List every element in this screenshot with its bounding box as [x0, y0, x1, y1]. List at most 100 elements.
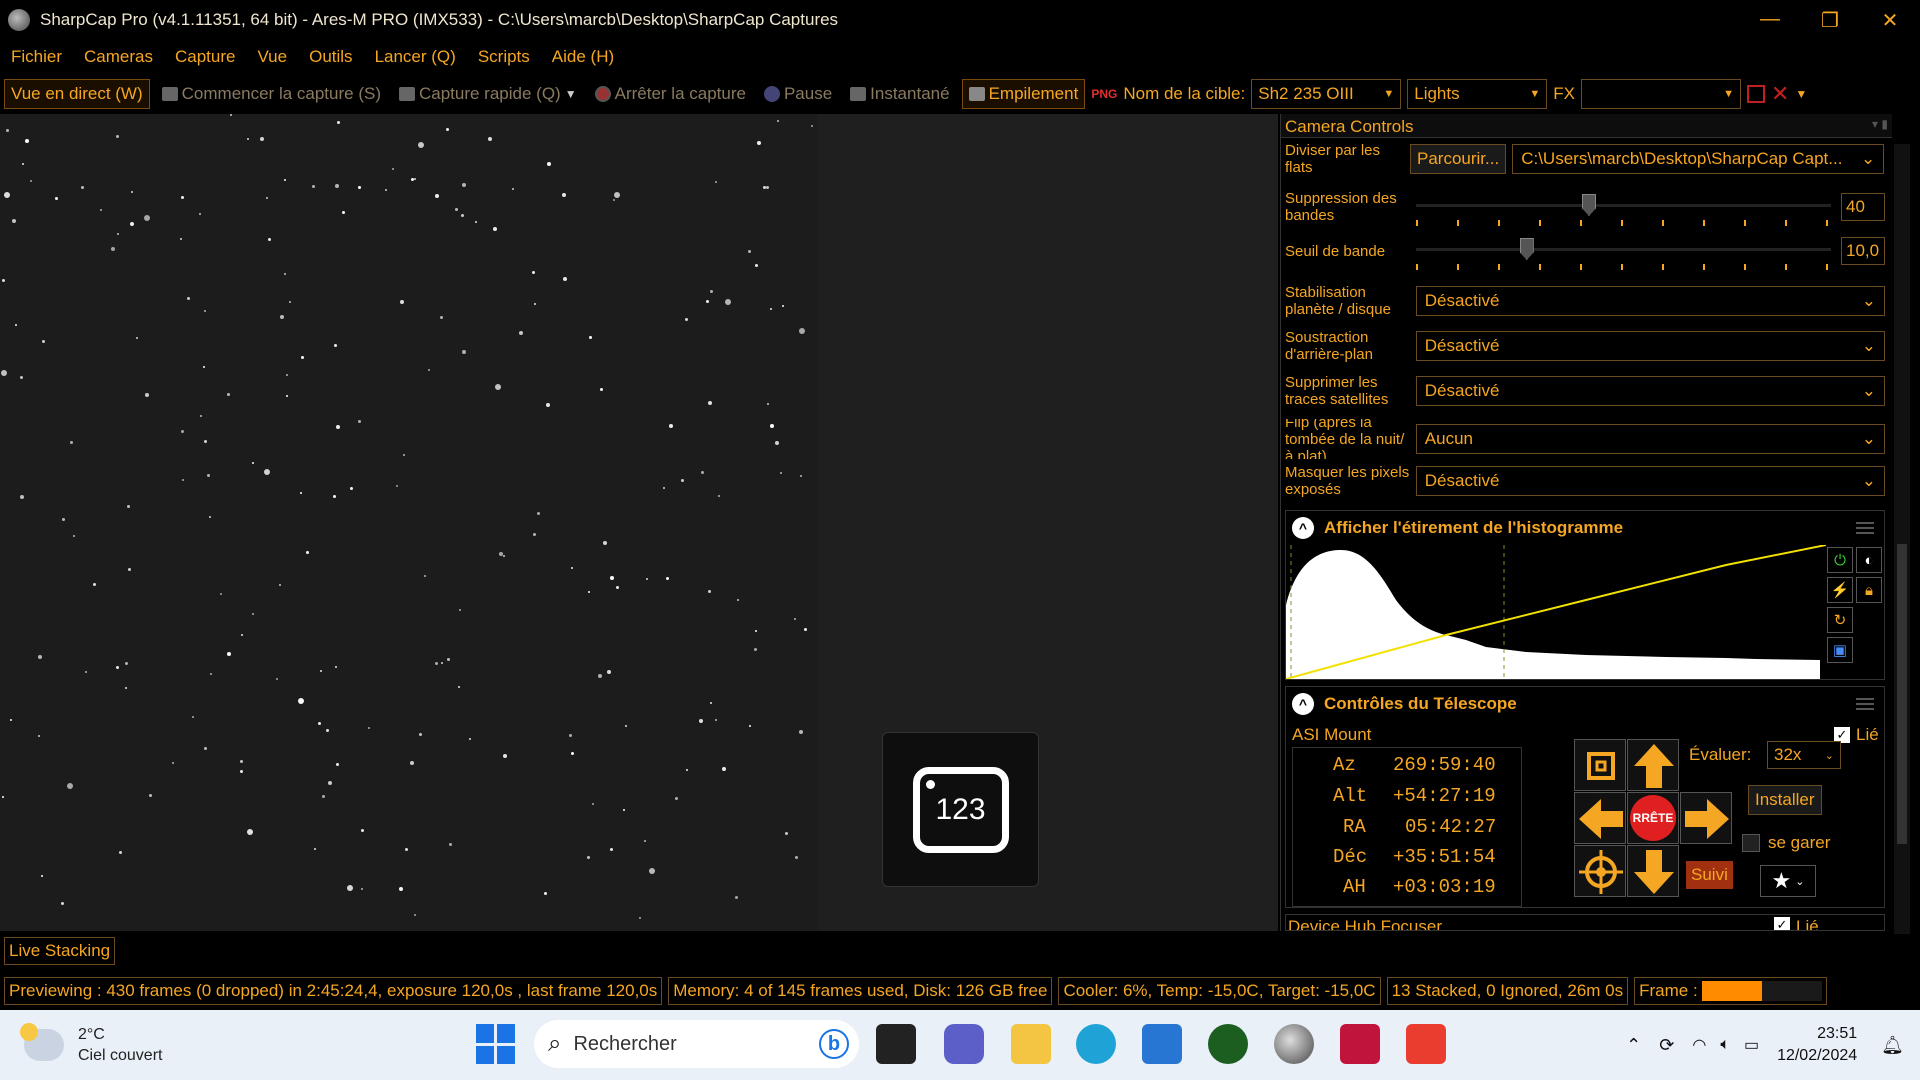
- menu-scripts[interactable]: Scripts: [467, 47, 541, 67]
- sync-icon[interactable]: ⟳: [1659, 1035, 1674, 1056]
- start-capture-button[interactable]: Commencer la capture (S): [156, 80, 387, 108]
- star: [239, 770, 243, 774]
- collapse-icon[interactable]: ^: [1292, 517, 1314, 539]
- menu-cameras[interactable]: Cameras: [73, 47, 164, 67]
- browse-button[interactable]: Parcourir...: [1410, 144, 1507, 174]
- stop-button[interactable]: RRÊTE: [1627, 792, 1679, 844]
- phd-guiding-icon[interactable]: [1208, 1024, 1248, 1064]
- restore-button[interactable]: ❐: [1800, 8, 1860, 33]
- menu-outils[interactable]: Outils: [298, 47, 363, 67]
- focuser-linked-checkbox[interactable]: ✓ Lié: [1774, 917, 1819, 930]
- save-icon[interactable]: ▣: [1827, 637, 1853, 663]
- sharpcap-taskbar-icon[interactable]: [1274, 1024, 1314, 1064]
- edge-icon[interactable]: [1076, 1024, 1116, 1064]
- slider-thumb[interactable]: [1519, 238, 1534, 260]
- fx-select[interactable]: ▼: [1580, 79, 1741, 109]
- menu-aide[interactable]: Aide (H): [541, 47, 625, 67]
- store-icon[interactable]: [1142, 1024, 1182, 1064]
- crosshair-icon[interactable]: ✕: [1771, 81, 1789, 107]
- search-placeholder: Rechercher: [573, 1032, 677, 1055]
- panel-scrollbar[interactable]: [1894, 144, 1910, 934]
- task-view-icon[interactable]: [876, 1024, 916, 1064]
- slider-thumb[interactable]: [1582, 194, 1596, 216]
- power-icon[interactable]: ⏻: [1827, 547, 1853, 573]
- menu-fichier[interactable]: Fichier: [0, 47, 73, 67]
- install-button[interactable]: Installer: [1748, 785, 1822, 815]
- battery-icon[interactable]: ▭: [1744, 1035, 1759, 1055]
- menu-vue[interactable]: Vue: [246, 47, 298, 67]
- scrollbar-thumb[interactable]: [1897, 544, 1907, 844]
- threshold-slider[interactable]: [1416, 236, 1831, 270]
- park-label: se garer: [1768, 833, 1831, 852]
- flat-path-select[interactable]: C:\Users\marcb\Desktop\SharpCap Capt... ⌄: [1512, 144, 1885, 174]
- wifi-icon[interactable]: ◠: [1692, 1035, 1706, 1055]
- reticle-box-icon[interactable]: [1746, 85, 1765, 103]
- arrow-left-icon[interactable]: [1574, 792, 1626, 844]
- section-menu-icon[interactable]: [1856, 698, 1874, 710]
- arrow-down-icon[interactable]: [1627, 845, 1679, 897]
- checkbox-checked-icon[interactable]: ✓: [1774, 917, 1790, 930]
- collapse-icon[interactable]: ^: [1292, 693, 1314, 715]
- menu-lancer[interactable]: Lancer (Q): [364, 47, 467, 67]
- live-view-button[interactable]: Vue en direct (W): [4, 79, 150, 109]
- threshold-value[interactable]: 10,0: [1841, 237, 1885, 265]
- chevron-down-icon[interactable]: ▼: [565, 87, 577, 101]
- arrow-up-icon[interactable]: [1627, 739, 1679, 791]
- rate-select[interactable]: 32x ⌄: [1767, 741, 1841, 769]
- lock-icon[interactable]: 🔒︎: [1856, 577, 1882, 603]
- stabilisation-value: Désactivé: [1424, 291, 1500, 310]
- home-target-icon[interactable]: [1574, 845, 1626, 897]
- star: [128, 567, 132, 571]
- histogram-plot[interactable]: [1286, 545, 1826, 679]
- banding-value[interactable]: 40: [1841, 193, 1885, 221]
- star: [208, 516, 211, 519]
- stop-capture-button[interactable]: Arrêter la capture: [589, 80, 752, 108]
- chevron-up-icon[interactable]: ⌃: [1626, 1035, 1641, 1056]
- speaker-muted-icon[interactable]: 🔈︎: [1720, 1036, 1730, 1054]
- contrast-icon[interactable]: ◐: [1856, 547, 1882, 573]
- park-checkbox[interactable]: se garer: [1742, 833, 1830, 853]
- bing-icon[interactable]: b: [819, 1029, 849, 1059]
- quick-capture-button[interactable]: Capture rapide (Q) ▼: [393, 80, 583, 108]
- lightning-icon[interactable]: ⚡: [1827, 577, 1853, 603]
- reset-icon[interactable]: ↻: [1827, 607, 1853, 633]
- cloudy-weather-icon: [20, 1023, 64, 1061]
- flip-select[interactable]: Aucun ⌄: [1415, 424, 1885, 454]
- stacking-button[interactable]: Empilement: [961, 79, 1086, 109]
- snapshot-button[interactable]: Instantané: [844, 80, 955, 108]
- windows-start-icon[interactable]: [476, 1024, 516, 1064]
- pause-button[interactable]: Pause: [758, 80, 838, 108]
- live-stacking-tab[interactable]: Live Stacking: [4, 937, 116, 965]
- teams-icon[interactable]: [944, 1024, 984, 1064]
- pin-icon[interactable]: ▾ ▮: [1872, 117, 1888, 134]
- star: [709, 701, 712, 704]
- notification-bell-icon[interactable]: 🔔︎: [1881, 1035, 1904, 1056]
- taskbar-search[interactable]: ⌕ Rechercher b: [534, 1020, 859, 1068]
- telescope-header[interactable]: ^ Contrôles du Télescope: [1286, 687, 1884, 721]
- toolbar-overflow-icon[interactable]: ▼: [1795, 87, 1807, 101]
- mask-pixels-select[interactable]: Désactivé ⌄: [1415, 466, 1885, 496]
- background-subtraction-select[interactable]: Désactivé ⌄: [1415, 331, 1885, 361]
- star-select[interactable]: ★ ⌄: [1760, 865, 1816, 897]
- clock[interactable]: 23:51 12/02/2024: [1777, 1023, 1857, 1067]
- astro-app-icon[interactable]: [1340, 1024, 1380, 1064]
- satellite-trail-select[interactable]: Désactivé ⌄: [1415, 376, 1885, 406]
- file-explorer-icon[interactable]: [1011, 1024, 1051, 1064]
- tracking-button[interactable]: Suivi: [1686, 861, 1733, 889]
- weather-widget[interactable]: 2°C Ciel couvert: [20, 1023, 162, 1066]
- section-menu-icon[interactable]: [1856, 522, 1874, 534]
- stabilisation-select[interactable]: Désactivé ⌄: [1415, 286, 1885, 316]
- minimize-button[interactable]: —: [1740, 8, 1800, 33]
- frame-type-select[interactable]: Lights ▼: [1407, 79, 1548, 109]
- arrow-right-icon[interactable]: [1680, 792, 1732, 844]
- goto-icon[interactable]: [1574, 739, 1626, 791]
- png-format-icon[interactable]: PNG: [1091, 87, 1117, 101]
- menu-capture[interactable]: Capture: [164, 47, 246, 67]
- checkbox-empty-icon[interactable]: [1742, 834, 1760, 852]
- close-button[interactable]: ✕: [1860, 8, 1920, 33]
- target-name-select[interactable]: Sh2 235 OIII ▼: [1251, 79, 1402, 109]
- banding-slider[interactable]: [1416, 192, 1831, 226]
- camera-preview[interactable]: [0, 114, 818, 931]
- anydesk-icon[interactable]: [1406, 1024, 1446, 1064]
- histogram-header[interactable]: ^ Afficher l'étirement de l'histogramme: [1286, 511, 1884, 545]
